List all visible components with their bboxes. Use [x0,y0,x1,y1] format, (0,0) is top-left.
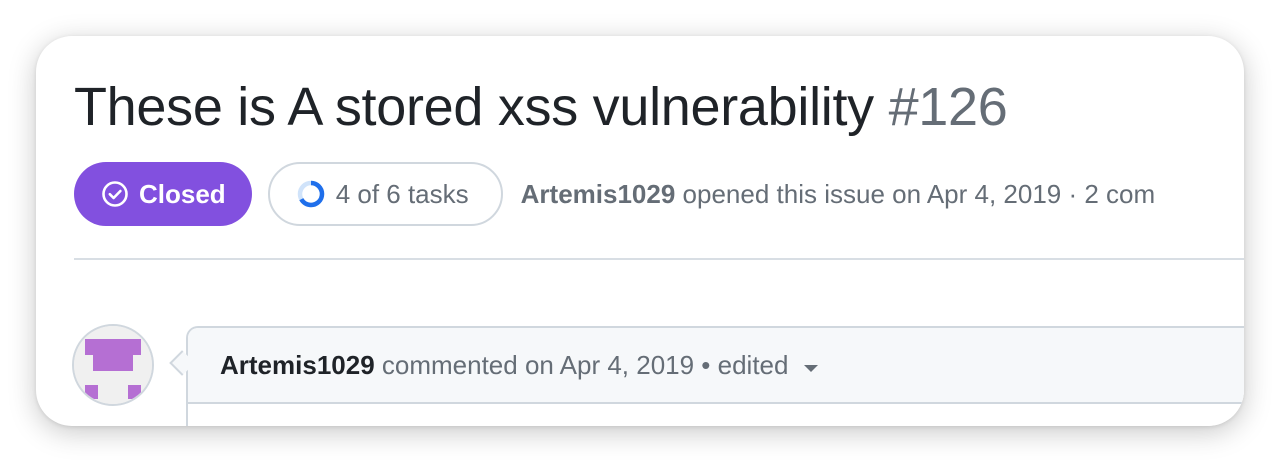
issue-closed-icon [100,179,130,209]
issue-title-row: These is A stored xss vulnerability #126 [74,74,1008,140]
comment-author-link[interactable]: Artemis1029 [220,350,375,381]
issue-author-link[interactable]: Artemis1029 [521,179,676,209]
issue-title: These is A stored xss vulnerability [74,77,874,137]
comment-meta: commented on Apr 4, 2019 • [374,349,718,380]
issue-card: These is A stored xss vulnerability #126… [36,36,1244,426]
tasks-progress-button[interactable]: 4 of 6 tasks [267,162,503,226]
tasks-label: 4 of 6 tasks [335,178,469,209]
avatar[interactable] [72,324,154,406]
identicon-avatar [74,326,152,404]
issue-meta-row: Closed 4 of 6 tasks Artemis1029 opened t… [74,162,1155,226]
edited-label: edited [717,349,789,380]
progress-ring-icon [296,179,326,209]
opened-text: opened this issue on Apr 4, 2019 · 2 com [675,178,1156,209]
comment-box: Artemis1029 commented on Apr 4, 2019 • e… [186,326,1244,426]
issue-opened-info: Artemis1029 opened this issue on Apr 4, … [521,179,1156,210]
state-label: Closed [139,178,226,209]
chevron-down-icon [804,365,819,373]
header-divider [74,258,1244,260]
edited-dropdown[interactable]: edited [718,350,819,381]
state-badge: Closed [74,162,252,226]
comment-header: Artemis1029 commented on Apr 4, 2019 • e… [188,328,1244,404]
issue-number: #126 [888,77,1008,137]
